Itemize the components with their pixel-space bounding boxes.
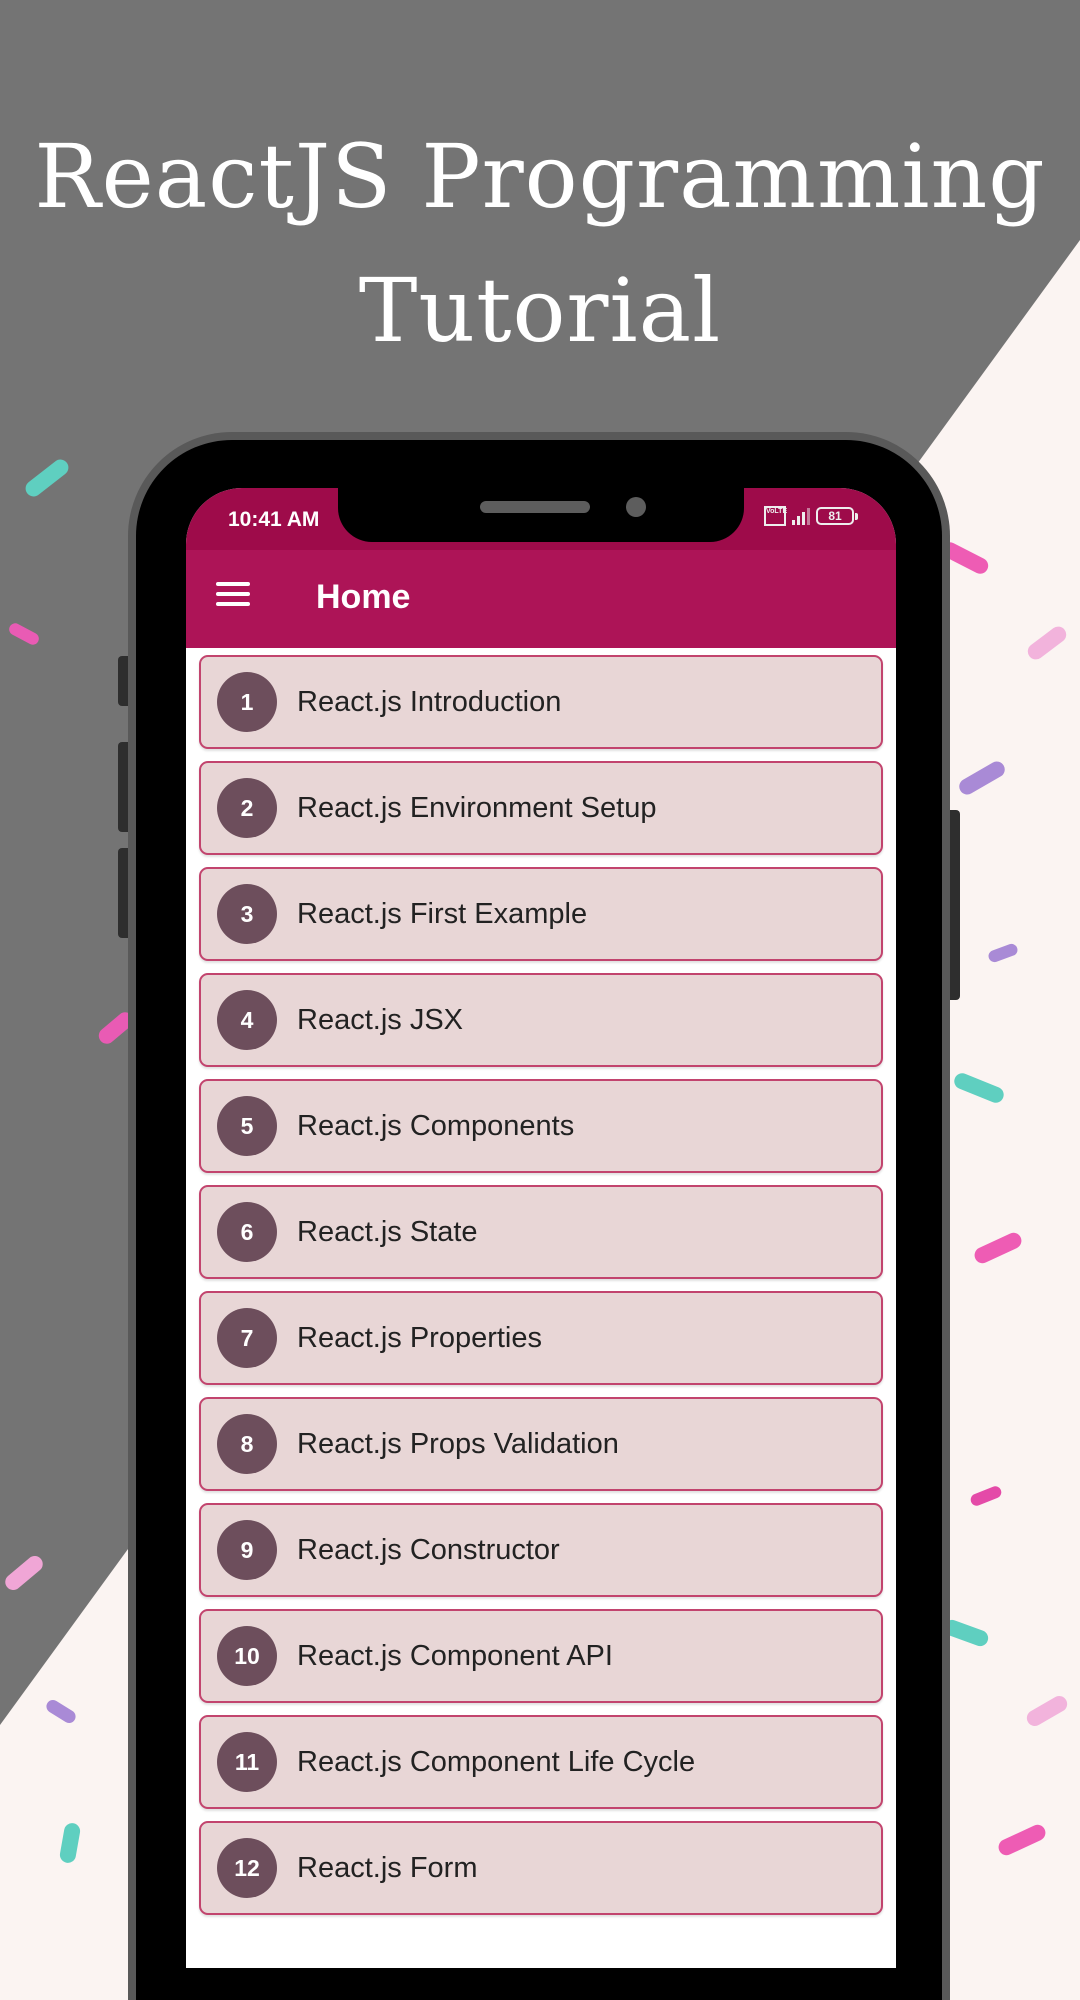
confetti-piece [986, 942, 1020, 964]
topic-number-badge: 6 [217, 1202, 277, 1262]
signal-icon [792, 507, 810, 525]
hero-title-line1: ReactJS Programming [34, 125, 1046, 228]
topic-list-item[interactable]: 2 React.js Environment Setup [199, 761, 883, 855]
topic-number-badge: 4 [217, 990, 277, 1050]
topic-number-badge: 1 [217, 672, 277, 732]
front-camera [626, 497, 646, 517]
phone-frame: 10:41 AM VoLTE 81 Home 1 React.js Introdu… [118, 440, 960, 2000]
topic-list-item[interactable]: 9 React.js Constructor [199, 1503, 883, 1597]
topic-number-badge: 3 [217, 884, 277, 944]
hamburger-menu-icon[interactable] [216, 580, 252, 610]
hero-title: ReactJS Programming Tutorial [0, 110, 1080, 378]
topic-number-badge: 2 [217, 778, 277, 838]
status-time: 10:41 AM [228, 508, 320, 531]
hero-title-line2: Tutorial [358, 259, 722, 362]
confetti-piece [941, 1617, 991, 1649]
topic-title: React.js Properties [297, 1321, 542, 1354]
confetti-piece [971, 1230, 1025, 1266]
confetti-piece [995, 1822, 1049, 1858]
battery-icon: 81 [816, 507, 858, 525]
phone-side-button [118, 656, 128, 706]
confetti-piece [1023, 1693, 1071, 1729]
topic-list: 1 React.js Introduction 2 React.js Environm… [199, 655, 883, 1927]
topic-title: React.js State [297, 1215, 478, 1248]
topic-list-item[interactable]: 8 React.js Props Validation [199, 1397, 883, 1491]
phone-side-button [118, 742, 128, 832]
topic-number-badge: 8 [217, 1414, 277, 1474]
topic-title: React.js JSX [297, 1003, 463, 1036]
topic-title: React.js Environment Setup [297, 791, 657, 824]
topic-number-badge: 9 [217, 1520, 277, 1580]
topic-title: React.js First Example [297, 897, 588, 930]
confetti-piece [968, 1484, 1004, 1508]
topic-number-badge: 10 [217, 1626, 277, 1686]
topic-title: React.js Constructor [297, 1533, 560, 1566]
page-title: Home [316, 578, 411, 616]
topic-list-item[interactable]: 12 React.js Form [199, 1821, 883, 1915]
topic-list-item[interactable]: 5 React.js Components [199, 1079, 883, 1173]
confetti-piece [58, 1821, 82, 1865]
topic-list-item[interactable]: 4 React.js JSX [199, 973, 883, 1067]
confetti-piece [43, 1697, 79, 1726]
status-icons: VoLTE 81 [764, 506, 858, 526]
app-bar: Home [186, 550, 896, 648]
topic-title: React.js Props Validation [297, 1427, 619, 1460]
topic-title: React.js Component API [297, 1639, 613, 1672]
topic-title: React.js Component Life Cycle [297, 1745, 696, 1778]
phone-side-button [118, 848, 128, 938]
confetti-piece [956, 758, 1008, 798]
topic-number-badge: 11 [217, 1732, 277, 1792]
topic-title: React.js Form [297, 1851, 478, 1884]
confetti-piece [951, 1070, 1007, 1106]
topic-number-badge: 12 [217, 1838, 277, 1898]
speaker-grille [480, 501, 590, 513]
confetti-piece [939, 539, 991, 577]
topic-list-item[interactable]: 7 React.js Properties [199, 1291, 883, 1385]
topic-number-badge: 7 [217, 1308, 277, 1368]
topic-list-item[interactable]: 10 React.js Component API [199, 1609, 883, 1703]
topic-number-badge: 5 [217, 1096, 277, 1156]
phone-side-button [950, 810, 960, 1000]
confetti-piece [1024, 623, 1070, 663]
phone-screen: 10:41 AM VoLTE 81 Home 1 React.js Introdu… [186, 488, 896, 1968]
camera-notch [338, 488, 744, 542]
topic-list-item[interactable]: 11 React.js Component Life Cycle [199, 1715, 883, 1809]
topic-title: React.js Components [297, 1109, 575, 1142]
topic-title: React.js Introduction [297, 685, 562, 718]
volte-icon: VoLTE [764, 506, 787, 526]
topic-list-item[interactable]: 1 React.js Introduction [199, 655, 883, 749]
topic-list-item[interactable]: 6 React.js State [199, 1185, 883, 1279]
topic-list-item[interactable]: 3 React.js First Example [199, 867, 883, 961]
